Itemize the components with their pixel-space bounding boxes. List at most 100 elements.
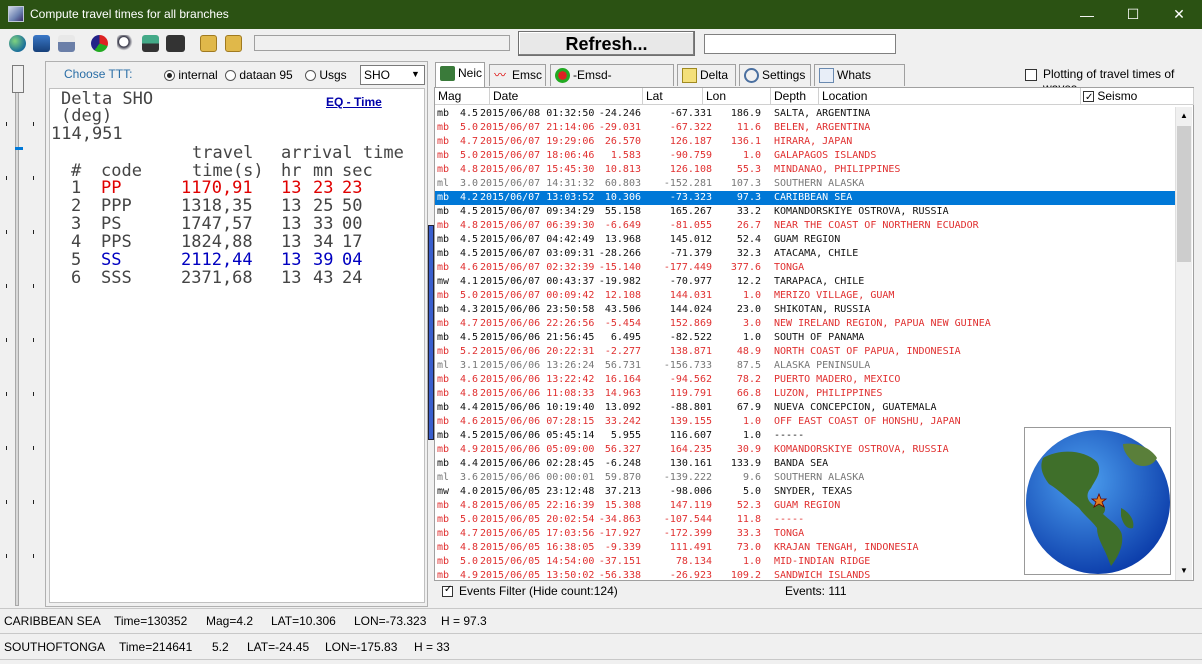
table-row[interactable]: mb 4.5 2015/06/07 03:09:31 -28.266 -71.379 32… <box>435 247 1175 261</box>
tab-neic[interactable]: Neic <box>435 62 485 87</box>
table-row[interactable]: mb 5.0 2015/06/07 00:09:42 12.108 144.031 1.0… <box>435 289 1175 303</box>
event-mt: mb <box>437 374 450 385</box>
search-input[interactable] <box>704 34 896 54</box>
event-mt: mb <box>437 458 450 469</box>
seismo-checkbox[interactable]: ✓ <box>1083 91 1094 103</box>
event-lat: -28.266 <box>598 248 641 259</box>
col-depth[interactable]: Depth <box>771 88 819 105</box>
free-icon[interactable] <box>166 35 185 52</box>
col-mag[interactable]: Mag <box>435 88 490 105</box>
table-row[interactable]: mb 4.6 2015/06/07 02:32:39 -15.140 -177.449 3… <box>435 261 1175 275</box>
event-mt: mb <box>437 318 450 329</box>
book-icon[interactable] <box>33 35 50 52</box>
tab-kamchatka[interactable]: -Emsd- Kamchatka <box>550 64 674 102</box>
event-loc: BANDA SEA <box>774 458 829 469</box>
status2-lat: LAT=-24.45 <box>247 640 310 654</box>
table-row[interactable]: mb 4.5 2015/06/08 01:32:50 -24.246 -67.331 18… <box>435 107 1175 121</box>
event-d: 2015/06/05 13:50:02 <box>480 570 595 580</box>
event-lat: -34.863 <box>598 514 641 525</box>
globe-icon[interactable] <box>9 35 26 52</box>
ttt-sec: 23 <box>342 178 363 198</box>
table-row[interactable]: mb 4.5 2015/06/07 04:42:49 13.968 145.012 52.… <box>435 233 1175 247</box>
close-button[interactable]: ✕ <box>1156 0 1202 29</box>
event-lon: -152.281 <box>663 178 712 189</box>
minimize-button[interactable]: — <box>1064 0 1110 29</box>
scrollbar[interactable]: ▲ ▼ <box>1175 107 1192 580</box>
col-date[interactable]: Date <box>490 88 643 105</box>
table-row[interactable]: mb 4.5 2015/06/06 21:56:45 6.495 -82.522 1.0 S… <box>435 331 1175 345</box>
event-m: 5.0 <box>460 122 479 133</box>
table-row[interactable]: mb 4.8 2015/06/07 15:45:30 10.813 126.108 55.… <box>435 163 1175 177</box>
table-row[interactable]: mw 4.1 2015/06/07 00:43:37 -19.982 -70.977 12… <box>435 275 1175 289</box>
event-mt: mb <box>437 444 450 455</box>
table-row[interactable]: mb 4.3 2015/06/06 23:50:58 43.506 144.024 23.… <box>435 303 1175 317</box>
delta-value: 114,951 <box>51 124 123 144</box>
radio-dataan95[interactable]: dataan 95 <box>225 68 293 82</box>
filter-checkbox[interactable]: ✓ <box>442 584 453 598</box>
refresh-button[interactable]: Refresh... <box>518 31 695 56</box>
radio-internal[interactable]: internal <box>164 68 218 82</box>
event-lon: -71.379 <box>669 248 712 259</box>
event-d: 2015/06/07 14:31:32 <box>480 178 595 189</box>
pie-chart-icon[interactable] <box>91 35 108 52</box>
vertical-slider[interactable] <box>0 59 44 607</box>
event-d: 2015/06/07 15:45:30 <box>480 164 595 175</box>
event-loc: TARAPACA, CHILE <box>774 276 865 287</box>
event-lat: 14.963 <box>604 388 641 399</box>
event-loc: MERIZO VILLAGE, GUAM <box>774 290 895 301</box>
print-icon[interactable] <box>58 35 75 52</box>
col-lon[interactable]: Lon <box>703 88 771 105</box>
eq-time-link[interactable]: EQ - Time <box>326 95 382 109</box>
tab-settings[interactable]: Settings <box>739 64 811 86</box>
table-row[interactable]: mb 4.2 2015/06/07 13:03:52 10.306 -73.323 97.… <box>435 191 1175 205</box>
table-row[interactable]: mb 4.5 2015/06/07 09:34:29 55.158 165.267 33.… <box>435 205 1175 219</box>
monitor-icon[interactable] <box>142 35 159 52</box>
col-lat[interactable]: Lat <box>643 88 703 105</box>
event-d: 2015/06/07 02:32:39 <box>480 262 595 273</box>
tab-whats-new[interactable]: Whats new... <box>814 64 905 102</box>
col-seismo[interactable]: ✓ Seismo <box>1081 88 1194 105</box>
save-folder-icon[interactable] <box>225 35 242 52</box>
event-loc: TONGA <box>774 528 805 539</box>
table-row[interactable]: mb 4.6 2015/06/06 13:22:42 16.164 -94.562 78.… <box>435 373 1175 387</box>
plot-checkbox[interactable] <box>1025 67 1037 81</box>
col-location[interactable]: Location <box>819 88 1081 105</box>
event-m: 4.6 <box>460 374 479 385</box>
event-lat: -2.277 <box>604 346 641 357</box>
table-row[interactable]: mb 5.0 2015/06/07 21:14:06 -29.031 -67.322 11… <box>435 121 1175 135</box>
table-row[interactable]: mb 5.2 2015/06/06 20:22:31 -2.277 138.871 48.… <box>435 345 1175 359</box>
table-row[interactable]: mb 4.7 2015/06/06 22:26:56 -5.454 152.869 3.0… <box>435 317 1175 331</box>
table-row[interactable]: mb 5.0 2015/06/07 18:06:46 1.583 -90.759 1.0 G… <box>435 149 1175 163</box>
event-dep: 109.2 <box>730 570 761 580</box>
table-row[interactable]: mb 4.4 2015/06/06 10:19:40 13.092 -88.801 67.… <box>435 401 1175 415</box>
event-d: 2015/06/06 02:28:45 <box>480 458 595 469</box>
table-row[interactable]: ml 3.1 2015/06/06 13:26:24 56.731 -156.733 87… <box>435 359 1175 373</box>
table-row[interactable]: mb 4.8 2015/06/07 06:39:30 -6.649 -81.055 26.… <box>435 219 1175 233</box>
event-mt: mb <box>437 388 450 399</box>
table-row[interactable]: ml 3.0 2015/06/07 14:31:32 60.803 -152.281 10… <box>435 177 1175 191</box>
open-folder-icon[interactable] <box>200 35 217 52</box>
scrollbar-thumb[interactable] <box>1177 126 1191 262</box>
tab-emsc[interactable]: 〰 Emsc <box>489 64 546 86</box>
event-lat: 15.308 <box>604 500 641 511</box>
event-m: 4.5 <box>460 332 479 343</box>
event-m: 4.5 <box>460 206 479 217</box>
event-m: 4.2 <box>460 192 479 203</box>
event-loc: TONGA <box>774 262 805 273</box>
event-m: 3.0 <box>460 178 479 189</box>
table-row[interactable]: mb 4.7 2015/06/07 19:29:06 26.570 126.187 136… <box>435 135 1175 149</box>
event-lat: 56.327 <box>604 444 641 455</box>
event-lon: -90.759 <box>669 150 712 161</box>
tab-delta[interactable]: Delta <box>677 64 736 86</box>
status-lat: LAT=10.306 <box>271 614 336 628</box>
station-select[interactable]: SHO ▼ <box>360 65 425 85</box>
event-lat: -6.649 <box>604 220 641 231</box>
event-dep: 52.4 <box>736 234 761 245</box>
table-row[interactable]: mb 4.8 2015/06/06 11:08:33 14.963 119.791 66.… <box>435 387 1175 401</box>
slider-thumb[interactable] <box>12 65 24 93</box>
zoom-icon[interactable] <box>117 35 134 52</box>
maximize-button[interactable]: ☐ <box>1110 0 1156 29</box>
radio-usgs[interactable]: Usgs <box>305 68 347 82</box>
event-m: 5.0 <box>460 150 479 161</box>
event-dep: 26.7 <box>736 220 761 231</box>
